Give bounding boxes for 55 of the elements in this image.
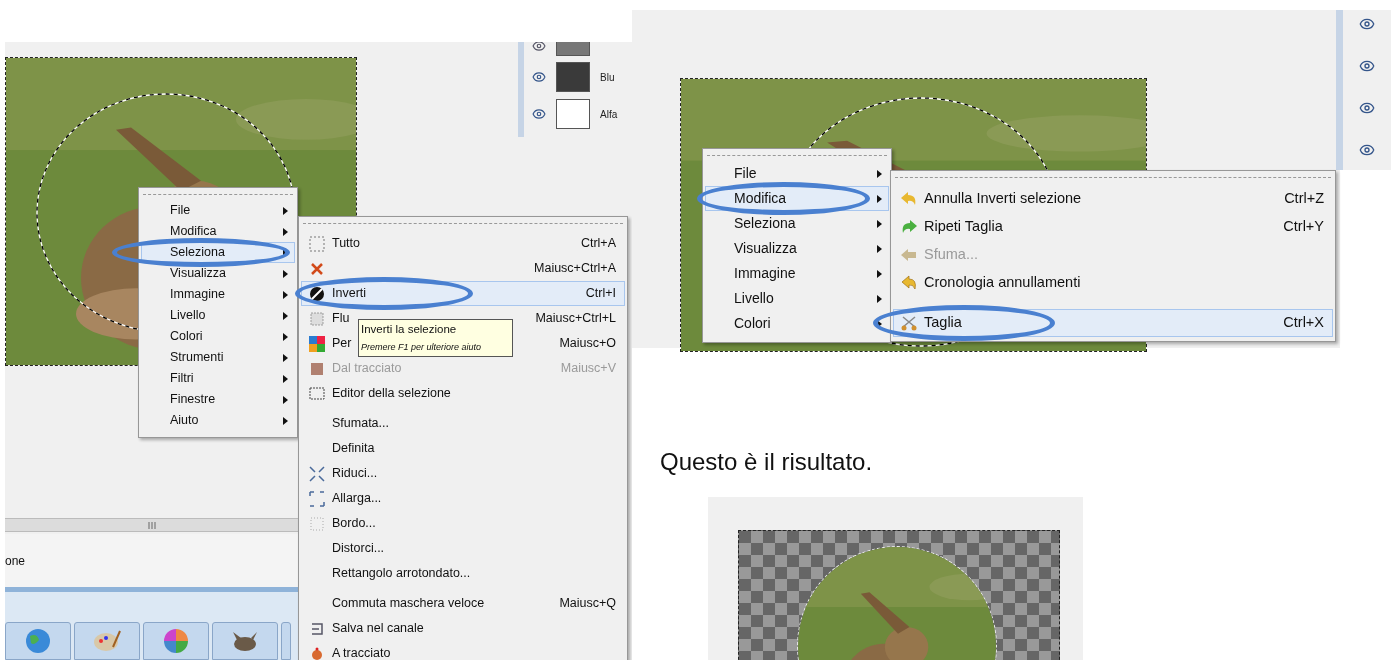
shortcut-text: Maiusc+V — [560, 360, 616, 378]
shortcut-text: Maiusc+Ctrl+L — [535, 310, 616, 328]
menu-item-label: Rettangolo arrotondato... — [332, 565, 471, 583]
menu-item-label: Salva nel canale — [332, 620, 424, 638]
shortcut-text: Ctrl+Z — [1284, 189, 1324, 209]
menu-item-label: Strumenti — [170, 349, 225, 367]
menu-item-label: Colori — [734, 314, 772, 333]
menu-item-label: Flu — [332, 310, 350, 328]
menu-item-label: File — [170, 202, 192, 220]
menu-item-label: File — [734, 164, 758, 183]
menu-item-label: Dal tracciato — [332, 360, 402, 378]
status-text: one — [5, 552, 26, 570]
menu-item-label: Modifica — [170, 223, 218, 241]
menu-item-label: Modifica — [734, 189, 788, 208]
menu-item-label: Allarga... — [332, 490, 382, 508]
menu-item-label: Livello — [170, 307, 207, 325]
menu-item-label: Tutto — [332, 235, 361, 253]
menu-item-label: Ripeti Taglia — [924, 217, 1003, 237]
menu-item-label: Seleziona — [170, 244, 226, 262]
shortcut-text: Ctrl+X — [1283, 313, 1324, 333]
menu-item-label: Commuta maschera veloce — [332, 595, 485, 613]
menu-item-label: Immagine — [170, 286, 226, 304]
menu-item-label: Immagine — [734, 264, 797, 283]
shortcut-text: Ctrl+A — [580, 235, 616, 253]
tooltip-title: Inverti la selezione — [361, 322, 458, 337]
menu-item-label: Finestre — [170, 391, 217, 409]
menu-item-label: Sfumata... — [332, 415, 389, 433]
menu-item-label: Definita — [332, 440, 375, 458]
menu-item-label: Annulla Inverti selezione — [924, 189, 1082, 209]
menu-item-label: A tracciato — [332, 645, 391, 660]
menu-item-label: Taglia — [924, 313, 962, 333]
menu-item-label: Distorci... — [332, 540, 385, 558]
menu-item-label: Bordo... — [332, 515, 376, 533]
shortcut-text: Ctrl+I — [585, 285, 616, 303]
shortcut-text: Ctrl+Y — [1283, 217, 1324, 237]
menu-item-label: Filtri — [170, 370, 195, 388]
shortcut-text: Maiusc+Q — [559, 595, 616, 613]
menu-item-label: Inverti — [332, 285, 367, 303]
channel-name: Alfa — [600, 107, 618, 122]
menu-item-label: Colori — [170, 328, 204, 346]
shortcut-text: Maiusc+O — [559, 335, 616, 353]
menu-item-label: Riduci... — [332, 465, 378, 483]
menu-item-label: Visualizza — [170, 265, 228, 283]
shortcut-text: Maiusc+Ctrl+A — [534, 260, 616, 278]
menu-item-label: Editor della selezione — [332, 385, 451, 403]
menu-item-label: Visualizza — [734, 239, 798, 258]
menu-item-label: Livello — [734, 289, 775, 308]
channel-name: Blu — [600, 70, 615, 85]
menu-item-label: Per — [332, 335, 352, 353]
menu-item-label: Aiuto — [170, 412, 200, 430]
menu-item-label: Cronologia annullamenti — [924, 273, 1081, 293]
caption: Questo è il risultato. — [660, 450, 873, 474]
menu-item-label: Seleziona — [734, 214, 797, 233]
tooltip-hint: Premere F1 per ulteriore aiuto — [361, 341, 483, 355]
menu-item-label: Sfuma... — [924, 245, 978, 265]
